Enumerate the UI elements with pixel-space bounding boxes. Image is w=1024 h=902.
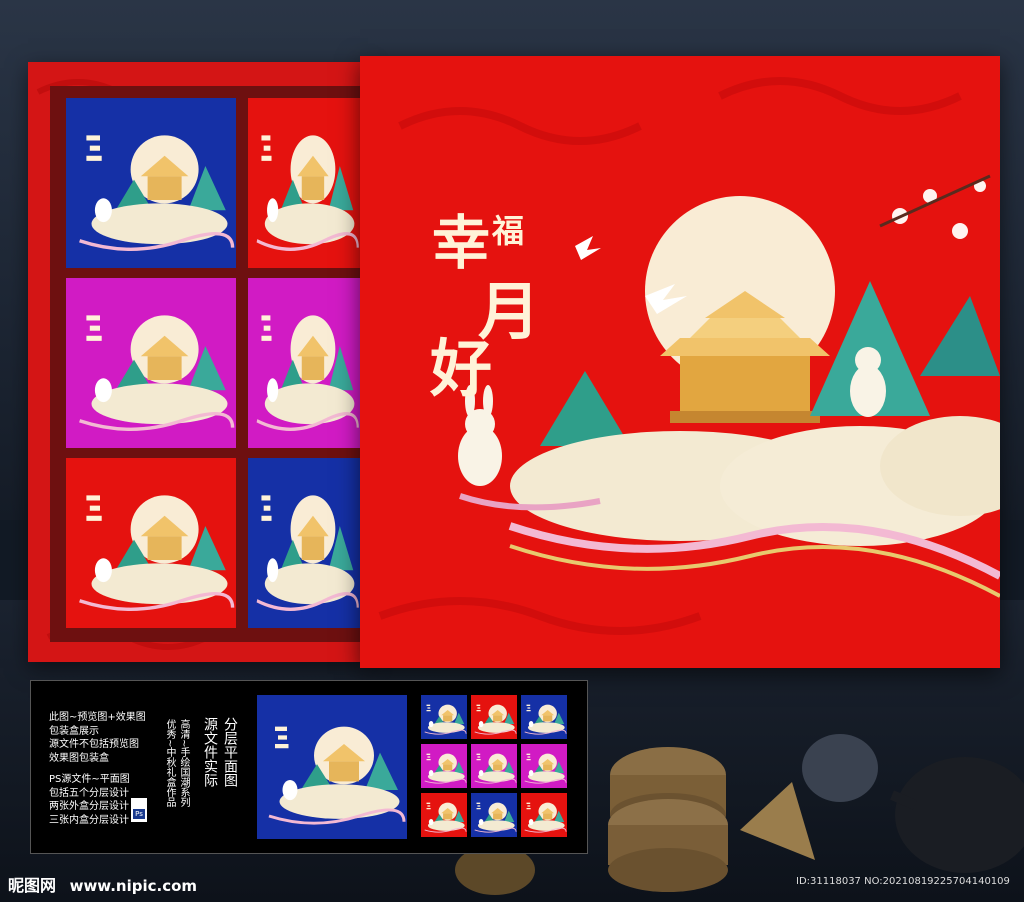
thumbnail-tile [521, 695, 567, 739]
tray-tile [248, 458, 360, 628]
file-icon: Ps [131, 798, 147, 822]
info-line: 源文件不包括预览图 [49, 739, 139, 750]
thumbnail-tile [471, 744, 517, 788]
nipic-logo: 昵图网 www.nipic.com [8, 872, 197, 896]
tray-tile [66, 278, 236, 448]
info-line: 此图~预览图+效果图 [49, 712, 146, 723]
image-id: ID:31118037 NO:20210819225704140109 [796, 876, 1010, 887]
info-line: 包装盒展示 [49, 725, 99, 737]
preview-large-box [257, 695, 407, 839]
info-line: 两张外盒分层设计 [49, 801, 129, 812]
title-char-3: 好 [430, 332, 493, 405]
thumbnail-tile [471, 695, 517, 739]
title-char-side: 福 [492, 212, 525, 250]
info-line: 三张内盒分层设计 [49, 814, 129, 826]
thumbnail-tile [521, 793, 567, 837]
info-line: 包括五个分层设计 [49, 787, 129, 799]
vertical-col-1: 优秀~中秋礼盒作品 [164, 719, 175, 808]
ps-badge: Ps [133, 809, 145, 819]
thumbnail-tile [471, 793, 517, 837]
nipic-url: www.nipic.com [69, 877, 198, 895]
info-lines-a: 此图~预览图+效果图 包装盒展示 源文件不包括预览图 效果图包装盒 [49, 711, 146, 765]
vertical-col-4: 分层平面图 [222, 717, 238, 787]
info-line: PS源文件~平面图 [49, 774, 130, 785]
thumbnail-tile [421, 695, 467, 739]
thumbnail-tile [421, 744, 467, 788]
tray-tile [248, 98, 360, 268]
tray-tile [66, 98, 236, 268]
tray-tile [248, 278, 360, 448]
vertical-col-2: 高清~手绘国潮系列 [178, 719, 189, 808]
info-lines-b: PS源文件~平面图 包括五个分层设计 两张外盒分层设计 三张内盒分层设计 [49, 773, 130, 827]
vertical-col-3: 源文件实际 [202, 717, 218, 787]
info-line: 效果图包装盒 [49, 752, 109, 764]
thumbnail-tile [521, 744, 567, 788]
outer-box-lid: 幸 福 月 好 [360, 56, 1000, 668]
info-panel: 此图~预览图+效果图 包装盒展示 源文件不包括预览图 效果图包装盒 PS源文件~… [30, 680, 588, 854]
tray-tile [66, 458, 236, 628]
thumbnail-tile [421, 793, 467, 837]
thumbnail-grid [421, 695, 569, 839]
nipic-logo-text: 昵图网 [8, 876, 57, 895]
